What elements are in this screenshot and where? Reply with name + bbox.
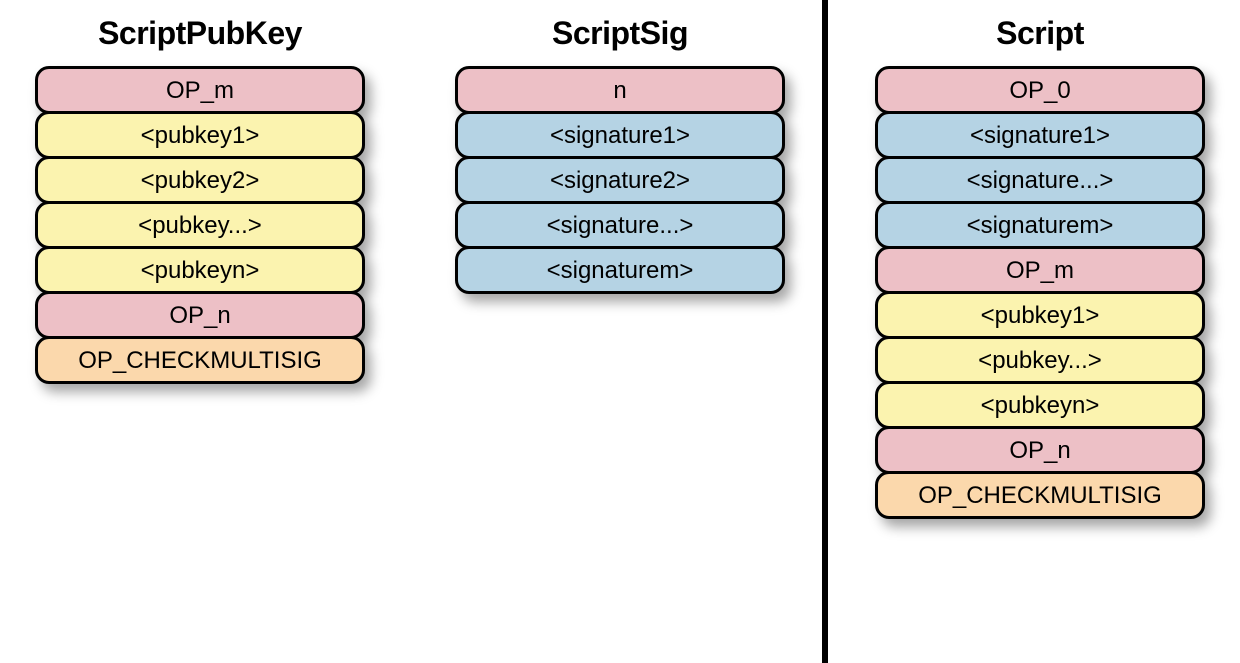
stack-cell: OP_0	[875, 66, 1205, 114]
stack-cell: <pubkey2>	[35, 156, 365, 204]
stack-cell: <signature...>	[875, 156, 1205, 204]
column-title: Script	[875, 15, 1205, 52]
stack-cell: <signaturem>	[875, 201, 1205, 249]
stack-cell: <pubkeyn>	[35, 246, 365, 294]
stack-cell: OP_n	[35, 291, 365, 339]
column-title: ScriptPubKey	[35, 15, 365, 52]
stack-cell: <signature...>	[455, 201, 785, 249]
stack-cell: OP_m	[35, 66, 365, 114]
stack-cell: <signature1>	[455, 111, 785, 159]
stack-cell: <pubkey...>	[875, 336, 1205, 384]
column-title: ScriptSig	[455, 15, 785, 52]
column-scriptsig: ScriptSig n<signature1><signature2><sign…	[455, 15, 785, 294]
stack-cell: <pubkey1>	[35, 111, 365, 159]
stack-cell: <pubkey...>	[35, 201, 365, 249]
stack-cell: n	[455, 66, 785, 114]
stack-cell: <pubkey1>	[875, 291, 1205, 339]
column-script: Script OP_0<signature1><signature...><si…	[875, 15, 1205, 519]
diagram-canvas: ScriptPubKey OP_m<pubkey1><pubkey2><pubk…	[0, 0, 1240, 663]
stack-scriptpubkey: OP_m<pubkey1><pubkey2><pubkey...><pubkey…	[35, 66, 365, 384]
stack-cell: OP_m	[875, 246, 1205, 294]
stack-cell: <signature2>	[455, 156, 785, 204]
column-scriptpubkey: ScriptPubKey OP_m<pubkey1><pubkey2><pubk…	[35, 15, 365, 384]
vertical-divider	[822, 0, 828, 663]
stack-scriptsig: n<signature1><signature2><signature...><…	[455, 66, 785, 294]
stack-cell: <signature1>	[875, 111, 1205, 159]
stack-script: OP_0<signature1><signature...><signature…	[875, 66, 1205, 519]
stack-cell: OP_CHECKMULTISIG	[875, 471, 1205, 519]
stack-cell: <pubkeyn>	[875, 381, 1205, 429]
stack-cell: OP_n	[875, 426, 1205, 474]
stack-cell: OP_CHECKMULTISIG	[35, 336, 365, 384]
stack-cell: <signaturem>	[455, 246, 785, 294]
